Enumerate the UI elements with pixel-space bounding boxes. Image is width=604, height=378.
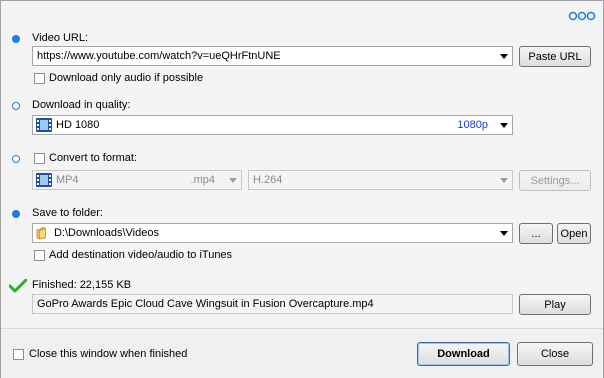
format-select[interactable]: MP4 .mp4 [32,170,242,190]
itunes-label: Add destination video/audio to iTunes [49,249,233,261]
audio-only-checkbox[interactable] [34,73,45,84]
quality-value: HD 1080 [56,119,100,131]
folder-path: D:\Downloads\Videos [54,227,159,239]
download-dialog: Video URL: https://www.youtube.com/watch… [0,0,604,378]
finished-filename-text: GoPro Awards Epic Cloud Cave Wingsuit in… [37,298,374,310]
video-url-combobox[interactable]: https://www.youtube.com/watch?v=ueQHrFtn… [32,46,513,66]
convert-label: Convert to format: [49,152,138,164]
film-icon [36,173,52,187]
format-extension: .mp4 [190,174,215,186]
folder-select[interactable]: D:\Downloads\Videos [32,223,513,243]
video-url-value: https://www.youtube.com/watch?v=ueQHrFtn… [37,50,281,62]
resolution-value: 1080p [457,119,488,131]
dialog-footer: Close this window when finished Download… [1,328,603,378]
more-options-icon[interactable] [568,11,598,21]
convert-checkbox[interactable] [34,153,45,164]
close-when-finished-checkbox[interactable] [13,349,24,360]
quality-label: Download in quality: [32,99,131,111]
format-name: MP4 [56,174,79,186]
paste-url-button[interactable]: Paste URL [519,46,591,67]
codec-select[interactable]: H.264 [248,170,513,190]
browse-folder-button[interactable]: ... [519,223,553,244]
finished-filename: GoPro Awards Epic Cloud Cave Wingsuit in… [32,294,513,314]
close-when-finished-label: Close this window when finished [29,348,188,360]
audio-only-label: Download only audio if possible [49,72,204,84]
chevron-down-icon[interactable] [496,47,512,65]
quality-select[interactable]: HD 1080 1080p [32,115,513,135]
video-url-step-indicator [12,35,20,43]
close-button[interactable]: Close [517,342,593,366]
play-button[interactable]: Play [519,294,591,315]
settings-button[interactable]: Settings... [519,170,591,191]
open-folder-button[interactable]: Open [557,223,591,244]
save-step-indicator [12,210,20,218]
save-label: Save to folder: [32,207,103,219]
codec-value: H.264 [253,174,283,186]
video-url-label: Video URL: [32,32,89,44]
finished-label: Finished: 22,155 KB [32,279,132,291]
chevron-down-icon[interactable] [496,171,512,189]
itunes-checkbox[interactable] [34,250,45,261]
convert-step-indicator [12,155,20,163]
quality-step-indicator [12,102,20,110]
chevron-down-icon[interactable] [225,171,241,189]
checkmark-icon [9,279,27,293]
chevron-down-icon[interactable] [496,224,512,242]
chevron-down-icon[interactable] [496,116,512,134]
download-button[interactable]: Download [417,342,510,366]
film-icon [36,118,52,132]
folder-icon [36,227,46,240]
